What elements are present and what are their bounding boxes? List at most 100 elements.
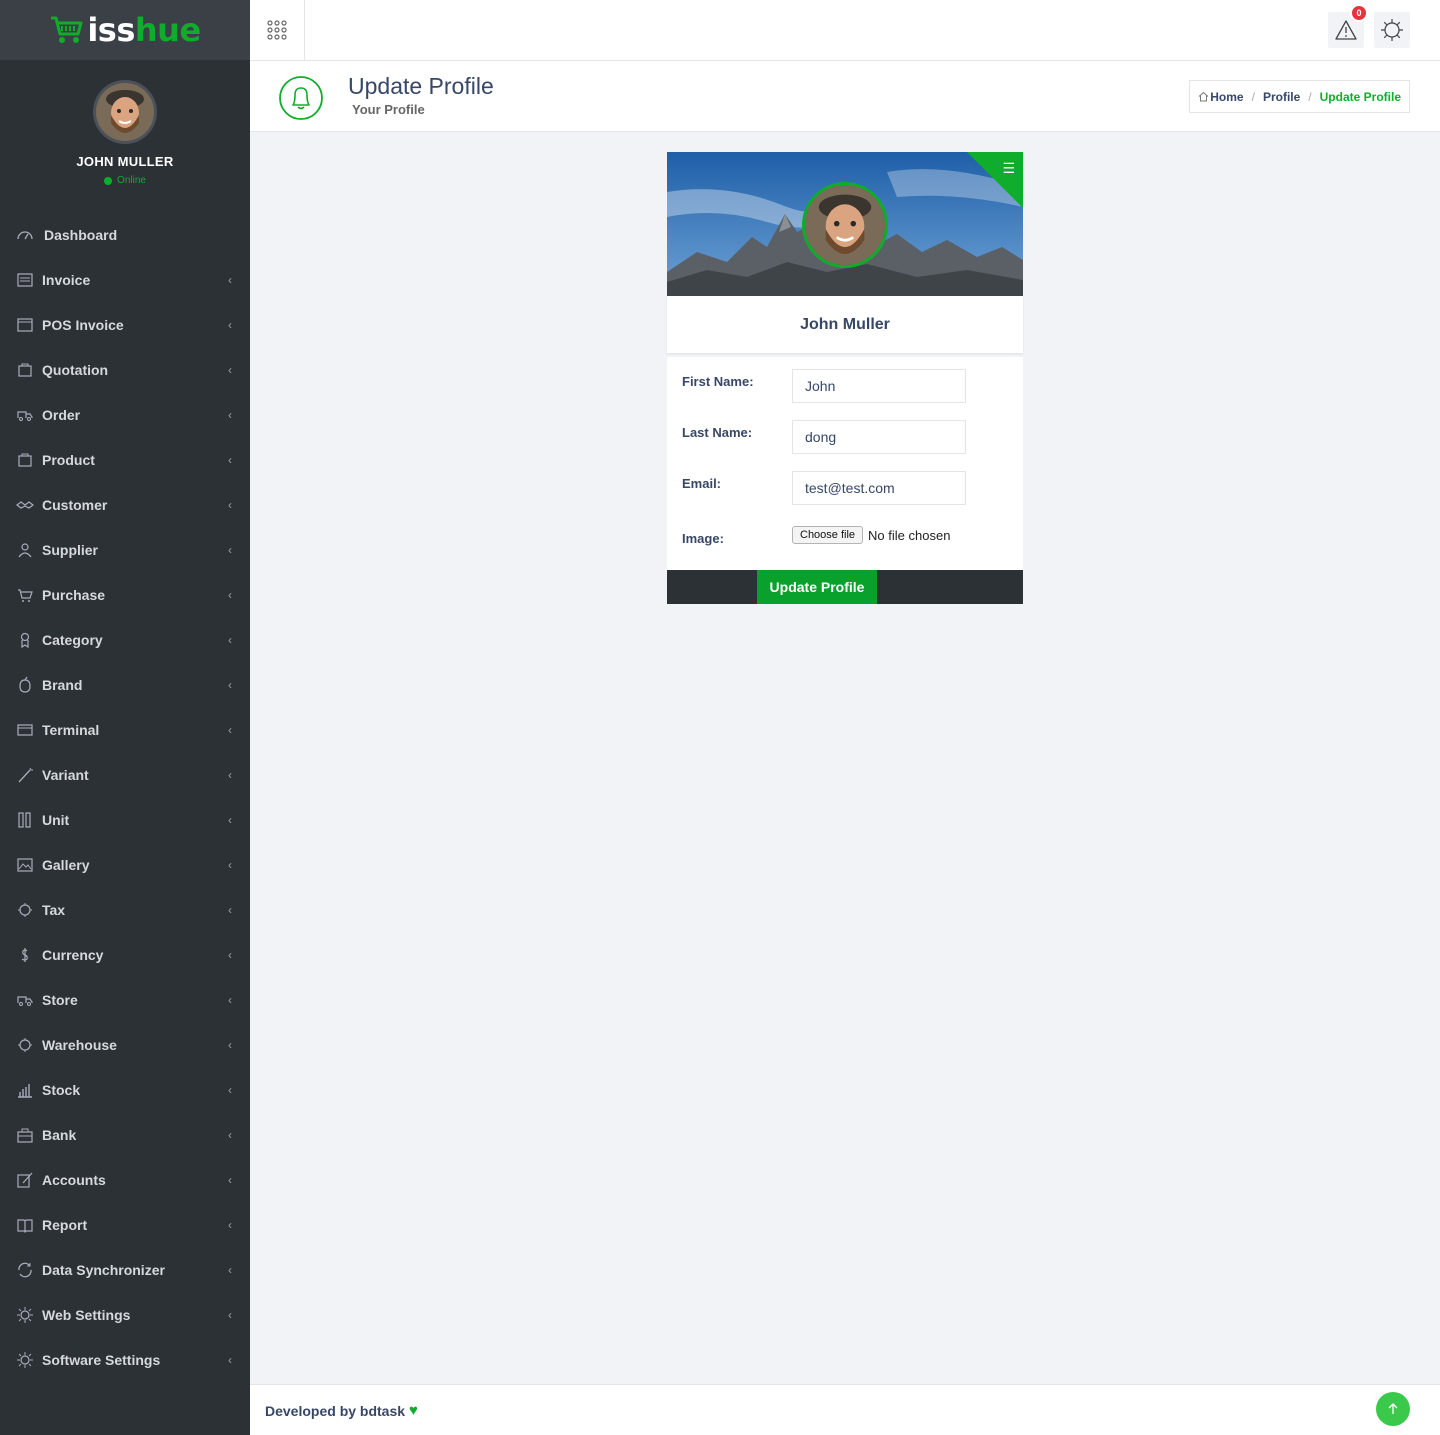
sidebar-item-purchase[interactable]: Purchase ‹ [0, 572, 250, 617]
sidebar-item-order[interactable]: Order ‹ [0, 392, 250, 437]
user-avatar-image [96, 83, 154, 141]
first-name-input[interactable] [792, 369, 966, 403]
sidebar-item-label: Accounts [42, 1171, 106, 1188]
sidebar-item-store[interactable]: Store ‹ [0, 977, 250, 1022]
sidebar-item-product[interactable]: Product ‹ [0, 437, 250, 482]
sidebar-item-unit[interactable]: Unit ‹ [0, 797, 250, 842]
sidebar-item-tax[interactable]: Tax ‹ [0, 887, 250, 932]
online-dot-icon [104, 176, 113, 185]
sidebar-item-gallery[interactable]: Gallery ‹ [0, 842, 250, 887]
sidebar-item-label: Terminal [42, 721, 100, 738]
sidebar-item-label: Product [42, 451, 95, 468]
sidebar-item-currency[interactable]: Currency ‹ [0, 932, 250, 977]
brand-icon [16, 676, 34, 694]
sidebar-item-label: Customer [42, 496, 108, 513]
variant-icon [16, 766, 34, 784]
sidebar-item-data-synchronizer[interactable]: Data Synchronizer ‹ [0, 1247, 250, 1292]
sidebar-item-dashboard[interactable]: Dashboard [0, 212, 250, 257]
arrow-up-icon [1388, 1403, 1398, 1414]
software-settings-icon [16, 1351, 34, 1369]
choose-file-button[interactable]: Choose file [792, 526, 864, 544]
hamburger-menu-icon[interactable]: ☰ [1002, 161, 1015, 175]
logo-bar: iss hue [0, 0, 250, 60]
chevron-left-icon: ‹ [228, 1262, 232, 1277]
page-subtitle: Your Profile [352, 102, 425, 117]
chevron-left-icon: ‹ [228, 407, 232, 422]
content-header: Update Profile Your Profile Home / Profi… [250, 61, 1440, 132]
notifications-button[interactable]: 0 [1328, 4, 1368, 48]
warehouse-icon [16, 1036, 34, 1054]
chevron-left-icon: ‹ [228, 632, 232, 647]
web-settings-icon [16, 1306, 34, 1324]
sidebar-item-stock[interactable]: Stock ‹ [0, 1067, 250, 1112]
sync-icon [16, 1261, 34, 1279]
chevron-left-icon: ‹ [228, 947, 232, 962]
sidebar-item-software-settings[interactable]: Software Settings ‹ [0, 1337, 250, 1382]
purchase-icon [16, 586, 34, 604]
sidebar-item-label: Unit [42, 811, 70, 828]
email-input[interactable] [792, 471, 966, 505]
sidebar-item-supplier[interactable]: Supplier ‹ [0, 527, 250, 572]
chevron-left-icon: ‹ [228, 272, 232, 287]
gallery-icon [16, 856, 34, 874]
last-name-row: Last Name: [682, 420, 1008, 471]
sidebar-item-label: Data Synchronizer [42, 1261, 165, 1278]
chevron-left-icon: ‹ [228, 857, 232, 872]
sidebar-item-label: Store [42, 991, 78, 1008]
chevron-left-icon: ‹ [228, 1037, 232, 1052]
user-status: Online [104, 175, 146, 186]
sidebar-item-invoice[interactable]: Invoice ‹ [0, 257, 250, 302]
footer-text: Developed by bdtask [265, 1402, 406, 1419]
page-title: Update Profile [348, 73, 494, 99]
user-status-label: Online [117, 175, 146, 186]
sidebar-item-label: Tax [42, 901, 66, 918]
profile-avatar-image [805, 185, 885, 265]
supplier-icon [16, 541, 34, 559]
sidebar-item-pos-invoice[interactable]: POS Invoice ‹ [0, 302, 250, 347]
sidebar-item-label: Currency [42, 946, 104, 963]
sidebar-menu: Dashboard Invoice ‹ POS Invoice ‹ Quotation ‹ O… [0, 212, 250, 1382]
form-footer: Update Profile [667, 570, 1023, 604]
chevron-left-icon: ‹ [228, 992, 232, 1007]
sidebar-item-label: Supplier [42, 541, 99, 558]
page-header-icon [279, 76, 323, 120]
dashboard-icon [16, 226, 34, 244]
sidebar-item-category[interactable]: Category ‹ [0, 617, 250, 662]
sidebar-item-variant[interactable]: Variant ‹ [0, 752, 250, 797]
breadcrumb-separator: / [1308, 89, 1312, 104]
sidebar-item-brand[interactable]: Brand ‹ [0, 662, 250, 707]
profile-cover: ☰ [667, 152, 1023, 296]
brand-logo[interactable]: iss hue [49, 11, 201, 49]
report-icon [16, 1216, 34, 1234]
settings-button[interactable] [1374, 12, 1410, 48]
user-panel: JOHN MULLER Online [0, 60, 250, 210]
sidebar-item-quotation[interactable]: Quotation ‹ [0, 347, 250, 392]
sidebar-item-report[interactable]: Report ‹ [0, 1202, 250, 1247]
chevron-left-icon: ‹ [228, 1352, 232, 1367]
sidebar-item-web-settings[interactable]: Web Settings ‹ [0, 1292, 250, 1337]
top-header: 0 [250, 0, 1440, 61]
email-label: Email: [682, 476, 722, 491]
breadcrumb-home[interactable]: Home [1210, 90, 1243, 104]
quotation-icon [16, 361, 34, 379]
breadcrumb-profile[interactable]: Profile [1263, 90, 1300, 104]
sidebar-item-terminal[interactable]: Terminal ‹ [0, 707, 250, 752]
sidebar-item-label: Category [42, 631, 103, 648]
sidebar-item-accounts[interactable]: Accounts ‹ [0, 1157, 250, 1202]
sidebar-item-customer[interactable]: Customer ‹ [0, 482, 250, 527]
sidebar-item-warehouse[interactable]: Warehouse ‹ [0, 1022, 250, 1067]
sidebar-avatar[interactable] [93, 80, 157, 144]
product-icon [16, 451, 34, 469]
apps-grid-button[interactable] [250, 0, 305, 60]
sidebar-item-label: Quotation [42, 361, 109, 378]
update-profile-button[interactable]: Update Profile [757, 570, 877, 604]
profile-avatar [802, 182, 888, 268]
sidebar-item-bank[interactable]: Bank ‹ [0, 1112, 250, 1157]
currency-icon [16, 946, 34, 964]
scroll-to-top-button[interactable] [1376, 1392, 1410, 1426]
sidebar-item-label: POS Invoice [42, 316, 124, 333]
warning-icon [1335, 20, 1357, 40]
last-name-input[interactable] [792, 420, 966, 454]
sidebar-item-label: Brand [42, 676, 83, 693]
stock-icon [16, 1081, 34, 1099]
